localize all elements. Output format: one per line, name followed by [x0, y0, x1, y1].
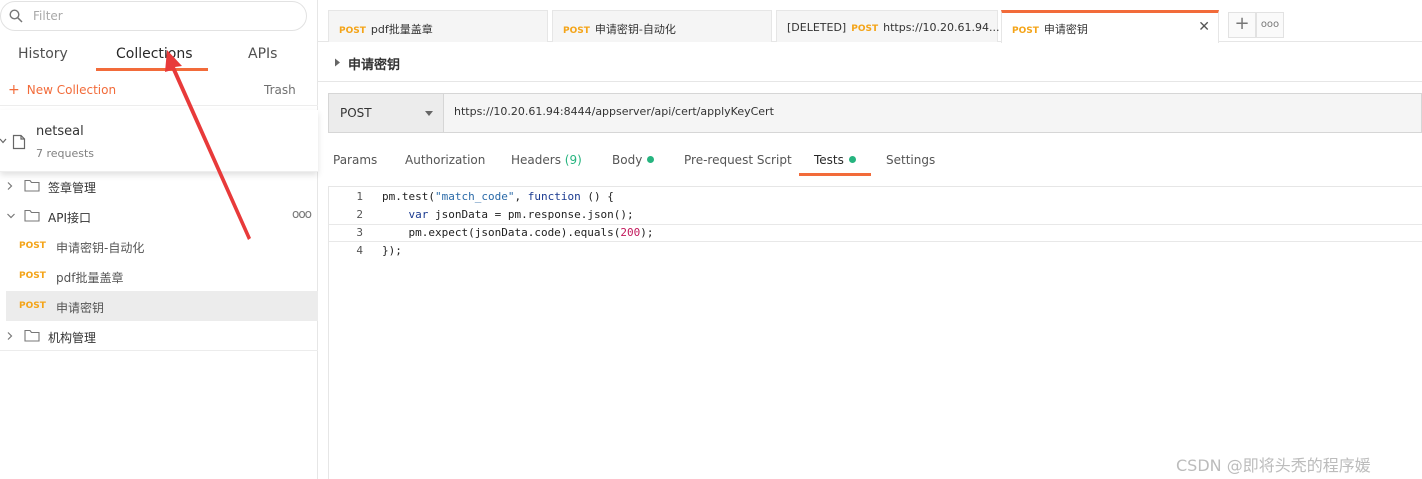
chevron-right-icon[interactable] [6, 331, 14, 341]
tab-label: 申请密钥-自动化 [594, 23, 676, 36]
tab-label: https://10.20.61.94... [883, 21, 1000, 34]
request-item[interactable]: POST pdf批量盖章 [6, 261, 318, 291]
line-number: 2 [356, 208, 363, 221]
body-label: Body [612, 153, 643, 167]
line-number: 1 [356, 190, 363, 203]
tab-history[interactable]: History [18, 46, 68, 62]
code-line: var jsonData = pm.response.json(); [408, 208, 634, 221]
headers-count: (9) [564, 153, 582, 167]
collection-name: netseal [36, 124, 84, 139]
folder-icon [24, 329, 40, 342]
headers-label: Headers [511, 153, 561, 167]
watermark: CSDN @即将头秃的程序媛 [1176, 456, 1371, 475]
sidebar-tabs: History Collections APIs [0, 38, 318, 72]
new-collection-button[interactable]: + New Collection [8, 83, 116, 97]
collection-toolbar: + New Collection Trash [0, 78, 318, 106]
code-line-current: pm.expect(jsonData.code).equals(200); [329, 224, 1422, 242]
url-bar: POST [328, 93, 1422, 133]
request-tab[interactable]: [DELETED] POST https://10.20.61.94... [776, 10, 1000, 42]
tab-headers[interactable]: Headers (9) [511, 153, 582, 167]
chevron-right-icon[interactable] [6, 181, 14, 191]
active-tab-indicator [96, 68, 208, 71]
tab-body[interactable]: Body [612, 153, 655, 167]
tab-options-button[interactable]: ooo [1256, 12, 1284, 38]
tab-method: POST [1012, 26, 1039, 36]
tab-authorization[interactable]: Authorization [405, 153, 485, 167]
folder-label: 签章管理 [48, 181, 97, 195]
tab-settings[interactable]: Settings [886, 153, 935, 167]
request-subtabs: Params Authorization Headers (9) Body Pr… [318, 142, 1422, 178]
request-tab-bar: POST pdf批量盖章 POST 申请密钥-自动化 [DELETED] POST ht… [318, 0, 1422, 43]
tab-apis[interactable]: APIs [248, 46, 277, 62]
collection-icon [12, 134, 26, 150]
filter-input[interactable] [33, 9, 283, 23]
tab-params[interactable]: Params [333, 153, 377, 167]
request-tab[interactable]: POST 申请密钥-自动化 [552, 10, 772, 42]
collection-netseal[interactable]: netseal 7 requests [0, 110, 318, 172]
tab-collections[interactable]: Collections [116, 46, 193, 62]
active-subtab-indicator [799, 173, 871, 176]
status-dot [647, 156, 655, 163]
status-dot [848, 156, 856, 163]
request-tab-active[interactable]: POST 申请密钥 ✕ [1001, 10, 1219, 43]
line-number: 4 [356, 244, 363, 257]
trash-button[interactable]: Trash [264, 83, 296, 97]
method-value: POST [340, 106, 372, 120]
tab-prerequest-script[interactable]: Pre-request Script [684, 153, 792, 167]
close-icon[interactable]: ✕ [1198, 19, 1210, 35]
more-options-icon[interactable]: ooo [292, 207, 312, 221]
tab-method: POST [851, 24, 879, 34]
caret-down-icon [425, 111, 433, 116]
request-method: POST [19, 241, 46, 251]
folder-api[interactable]: API接口 ooo [0, 201, 318, 231]
tab-tests[interactable]: Tests [814, 153, 856, 167]
method-select[interactable]: POST [329, 94, 444, 132]
chevron-down-icon[interactable] [6, 211, 16, 221]
plus-icon: + [8, 82, 20, 98]
request-label: 申请密钥-自动化 [56, 241, 145, 255]
tests-code-editor[interactable]: 1 2 3 4 pm.test("match_code", function (… [328, 186, 1422, 479]
request-name[interactable]: 申请密钥 [348, 54, 400, 73]
request-label: pdf批量盖章 [56, 271, 124, 285]
tests-label: Tests [814, 153, 844, 167]
request-method: POST [19, 271, 46, 281]
code-line: pm.test("match_code", function () { [382, 190, 614, 203]
url-input[interactable] [454, 105, 1354, 118]
tab-prefix: [DELETED] [787, 21, 847, 34]
sidebar: History Collections APIs + New Collectio… [0, 0, 318, 479]
new-tab-button[interactable]: + [1228, 12, 1256, 38]
expand-triangle-icon[interactable] [334, 58, 341, 67]
tab-label: pdf批量盖章 [370, 23, 433, 36]
code-line: }); [382, 244, 402, 257]
folder-icon [24, 179, 40, 192]
request-header: 申请密钥 [318, 42, 1422, 82]
request-item-selected[interactable]: POST 申请密钥 [6, 291, 318, 321]
more-options-icon: ooo [1260, 19, 1280, 30]
folder-icon [24, 209, 40, 222]
tab-method: POST [339, 26, 366, 36]
tab-method: POST [563, 26, 590, 36]
folder-org-management[interactable]: 机构管理 [0, 321, 318, 351]
new-collection-label: New Collection [26, 83, 117, 97]
plus-icon: + [1234, 13, 1250, 34]
collection-request-count: 7 requests [36, 147, 95, 160]
divider [0, 350, 318, 351]
tab-label: 申请密钥 [1043, 23, 1088, 36]
filter-box[interactable] [0, 1, 307, 31]
folder-label: 机构管理 [48, 331, 97, 345]
request-item[interactable]: POST 申请密钥-自动化 [6, 231, 318, 261]
folder-label: API接口 [48, 211, 91, 225]
request-label: 申请密钥 [56, 301, 105, 315]
search-icon [9, 9, 23, 23]
chevron-down-icon[interactable] [0, 136, 8, 146]
folder-signature-management[interactable]: 签章管理 [0, 171, 318, 201]
request-tab[interactable]: POST pdf批量盖章 [328, 10, 548, 42]
request-method: POST [19, 301, 46, 311]
